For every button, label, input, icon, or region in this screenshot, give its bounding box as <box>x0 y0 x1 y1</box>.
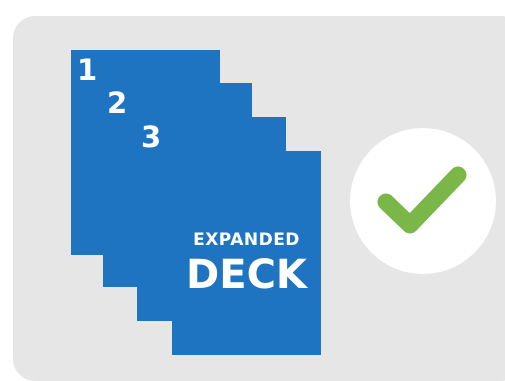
cover-title-line-1: EXPANDED <box>193 230 300 250</box>
expanded-deck-cover: EXPANDED DECK <box>172 151 321 355</box>
checkmark-icon <box>377 166 467 234</box>
sheet-number-2: 2 <box>107 86 128 120</box>
sheet-number-3: 3 <box>141 120 162 154</box>
checkmark-badge <box>350 128 496 274</box>
sheet-number-1: 1 <box>77 53 98 87</box>
cover-title-line-2: DECK <box>186 252 307 298</box>
